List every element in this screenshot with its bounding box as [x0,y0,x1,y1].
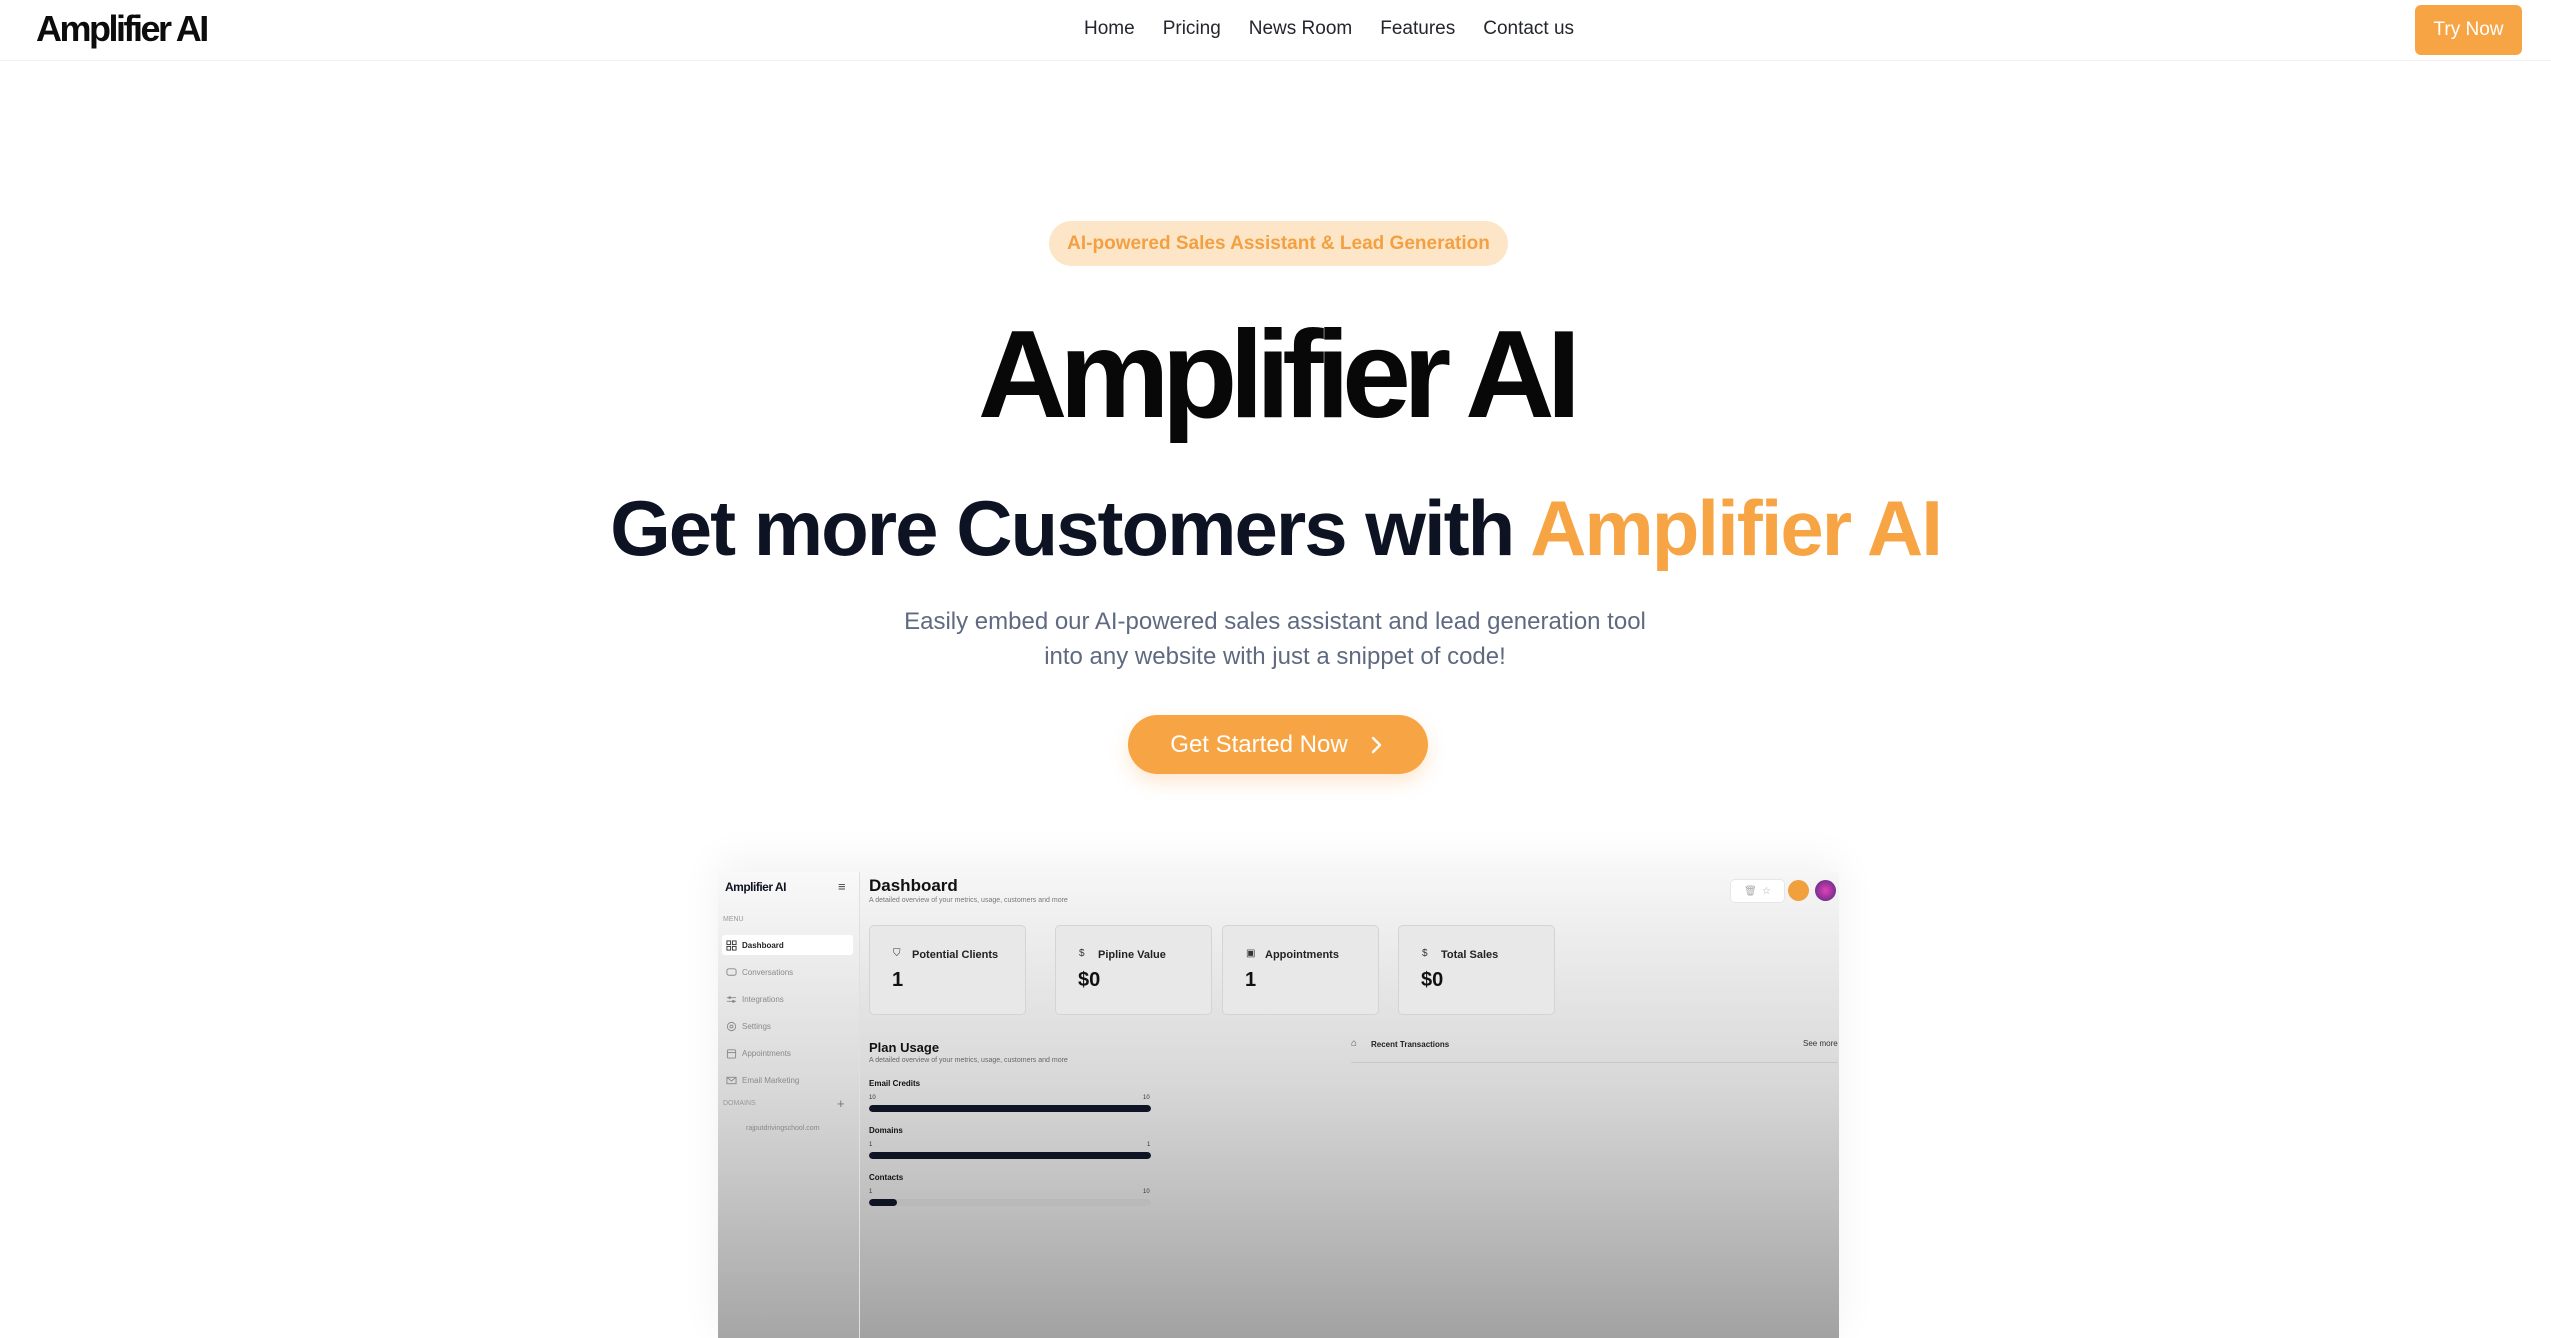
plan-usage-subtitle: A detailed overview of your metrics, usa… [869,1057,1068,1064]
star-icon[interactable]: ☆ [1762,886,1771,897]
brand-logo[interactable]: Amplifier AI [36,8,209,50]
recent-transactions-title: Recent Transactions [1371,1040,1450,1049]
top-navbar: Amplifier AI Home Pricing News Room Feat… [0,0,2551,61]
sidebar-item-dashboard[interactable]: Dashboard [722,935,853,955]
stat-card-value: $0 [1421,969,1444,991]
stat-card-label: Potential Clients [912,949,999,961]
stat-card-total-sales: $ Total Sales $0 [1398,925,1555,1015]
usage-label: Domains [869,1126,903,1135]
hero-logo: Amplifier AI [977,306,1581,444]
dashboard-preview: Amplifier AI ≡ MENU Dashboard Conversati… [718,872,1839,1338]
usage-label: Contacts [869,1173,904,1182]
try-now-button[interactable]: Try Now [2415,5,2522,55]
headline-accent: Amplifier AI [1530,484,1943,572]
preview-page-subtitle: A detailed overview of your metrics, usa… [869,897,1068,904]
grid-icon [726,939,737,951]
subtext-line-2: into any website with just a snippet of … [1044,643,1506,670]
get-started-label: Get Started Now [1170,730,1348,758]
preview-page-title: Dashboard [869,876,958,895]
stat-card-label: Total Sales [1441,949,1499,961]
subtext-line-1: Easily embed our AI-powered sales assist… [904,608,1646,635]
stat-card-appointments: ▣ Appointments 1 [1222,925,1379,1015]
nav-link-pricing[interactable]: Pricing [1163,18,1221,40]
sliders-icon [726,995,737,1003]
usage-bar-domains [869,1152,1151,1159]
stat-card-label: Appointments [1265,949,1339,961]
sidebar-item-conversations[interactable]: Conversations [722,962,853,982]
usage-bar-fill [869,1152,1151,1159]
mail-icon [726,1076,737,1084]
chat-icon [726,967,737,976]
nav-link-news-room[interactable]: News Room [1249,18,1352,40]
sidebar-item-label: Appointments [742,1048,791,1058]
sidebar-item-email-marketing[interactable]: Email Marketing [722,1070,853,1090]
sidebar-item-appointments[interactable]: Appointments [722,1043,853,1063]
gear-icon [726,1021,737,1031]
sidebar-item-integrations[interactable]: Integrations [722,989,853,1009]
chevron-right-icon [1371,736,1381,753]
stat-card-label: Pipline Value [1098,949,1166,961]
calendar-icon: ▣ [1246,948,1256,959]
stat-card-value: 1 [892,969,904,991]
usage-total: 1 [1147,1142,1151,1148]
plan-usage-title: Plan Usage [869,1040,940,1055]
stat-card-potential-clients: ⛉ Potential Clients 1 [869,925,1026,1015]
usage-bar-contacts [869,1199,1151,1206]
menu-label: MENU [723,916,744,923]
avatar[interactable] [1815,880,1836,901]
trash-icon[interactable]: 🗑 [1744,886,1757,897]
nav-links: Home Pricing News Room Features Contact … [1084,18,1602,40]
preview-toolbar[interactable]: 🗑 ☆ [1730,879,1785,903]
usage-used: 1 [869,1142,873,1148]
sidebar-item-label: Integrations [742,994,784,1004]
headline-main: Get more Customers with [610,484,1531,572]
hero-badge: AI-powered Sales Assistant & Lead Genera… [1049,221,1508,266]
see-more-link[interactable]: See more [1803,1039,1838,1048]
usage-bar-email-credits [869,1105,1151,1112]
domain-item[interactable]: rajputdrivingschool.com [746,1125,820,1132]
usage-used: 1 [869,1189,873,1195]
clients-icon: ⛉ [893,948,901,959]
divider [1351,1062,1838,1063]
preview-logo: Amplifier AI [725,880,786,894]
hamburger-icon[interactable]: ≡ [838,879,846,894]
dollar-icon: $ [1079,948,1085,959]
add-domain-icon[interactable]: + [837,1096,845,1111]
sidebar-item-label: Email Marketing [742,1075,800,1085]
stat-card-pipeline-value: $ Pipline Value $0 [1055,925,1212,1015]
preview-sidebar: Amplifier AI ≡ MENU Dashboard Conversati… [718,872,860,1338]
usage-bar-fill [869,1105,1151,1112]
calendar-icon [726,1048,737,1059]
avatar[interactable] [1788,880,1809,901]
usage-total: 10 [1143,1095,1150,1101]
usage-label: Email Credits [869,1079,921,1088]
sidebar-item-label: Dashboard [742,940,784,950]
hero-subtext: Easily embed our AI-powered sales assist… [875,604,1675,674]
stat-card-value: $0 [1078,969,1101,991]
usage-used: 10 [869,1095,876,1101]
sidebar-item-settings[interactable]: Settings [722,1016,853,1036]
domains-label: DOMAINS [723,1100,756,1107]
transactions-icon: ⌂ [1351,1038,1358,1049]
sidebar-item-label: Settings [742,1021,771,1031]
stat-card-value: 1 [1245,969,1257,991]
nav-link-features[interactable]: Features [1380,18,1455,40]
usage-bar-fill [869,1199,898,1206]
dollar-icon: $ [1422,948,1428,959]
usage-total: 10 [1143,1189,1150,1195]
nav-link-contact[interactable]: Contact us [1483,18,1574,40]
nav-link-home[interactable]: Home [1084,18,1135,40]
hero-headline: Get more Customers with Amplifier AI [0,478,2551,578]
get-started-button[interactable]: Get Started Now [1128,715,1428,774]
sidebar-item-label: Conversations [742,967,794,977]
